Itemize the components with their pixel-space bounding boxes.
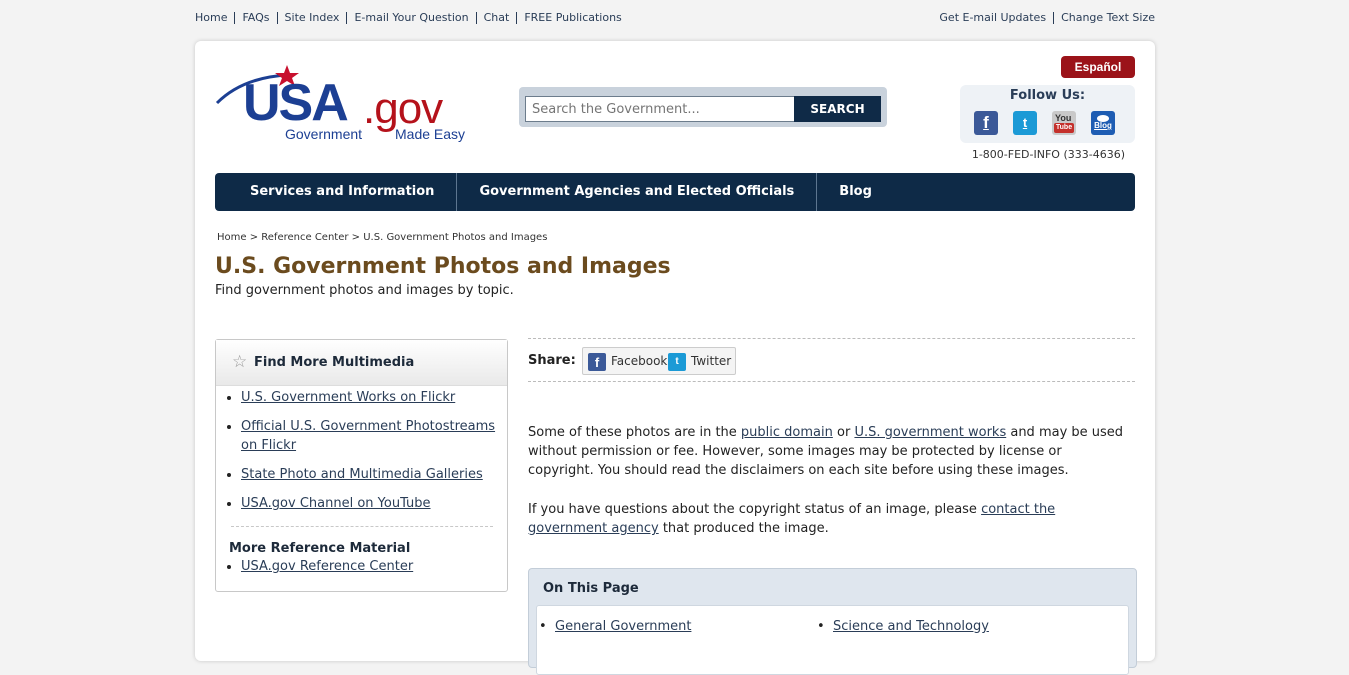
link-official-photostreams-flickr[interactable]: Official U.S. Government Photostreams on… bbox=[241, 419, 495, 453]
sidebar-find-more-multimedia: ☆ Find More Multimedia U.S. Government W… bbox=[215, 339, 508, 592]
breadcrumb-separator: > bbox=[246, 232, 262, 243]
search-box: SEARCH bbox=[519, 87, 887, 127]
on-this-page-box: On This Page General Government Science … bbox=[528, 568, 1137, 675]
star-icon: ☆ bbox=[232, 352, 248, 372]
util-link-free-publications[interactable]: FREE Publications bbox=[516, 12, 628, 24]
sidebar-heading: Find More Multimedia bbox=[254, 355, 415, 370]
nav-government-agencies[interactable]: Government Agencies and Elected Official… bbox=[457, 173, 818, 211]
share-buttons: f Facebook t Twitter bbox=[582, 347, 736, 375]
text: Some of these photos are in the bbox=[528, 425, 741, 440]
link-us-government-works[interactable]: U.S. government works bbox=[854, 425, 1006, 440]
intro-paragraph: Some of these photos are in the public d… bbox=[528, 423, 1128, 480]
utility-bar: Home FAQs Site Index E-mail Your Questio… bbox=[195, 12, 1155, 26]
on-this-page-heading: On This Page bbox=[543, 581, 639, 596]
search-input[interactable] bbox=[525, 96, 795, 122]
copyright-paragraph: If you have questions about the copyrigh… bbox=[528, 500, 1128, 538]
nav-services-information[interactable]: Services and Information bbox=[215, 173, 458, 211]
list-item: Science and Technology bbox=[817, 619, 989, 634]
share-label: Share: bbox=[528, 353, 576, 368]
util-link-faqs[interactable]: FAQs bbox=[234, 12, 276, 24]
logo-tagline-made-easy: Made Easy bbox=[395, 126, 466, 142]
espanol-button[interactable]: Español bbox=[1061, 56, 1135, 78]
usagov-logo[interactable]: USA .gov Government Made Easy bbox=[213, 63, 473, 145]
facebook-icon[interactable]: f bbox=[974, 111, 998, 135]
main-card: USA .gov Government Made Easy SEARCH Esp… bbox=[195, 41, 1155, 675]
list-item: State Photo and Multimedia Galleries bbox=[241, 465, 506, 484]
list-item: General Government bbox=[539, 619, 691, 634]
link-general-government[interactable]: General Government bbox=[555, 619, 691, 634]
text: that produced the image. bbox=[658, 521, 829, 536]
youtube-icon[interactable]: You Tube bbox=[1052, 111, 1076, 135]
nav-blog[interactable]: Blog bbox=[817, 173, 894, 211]
util-link-home[interactable]: Home bbox=[195, 12, 234, 24]
blog-icon[interactable]: Blog bbox=[1091, 111, 1115, 135]
sidebar-link-list: U.S. Government Works on Flickr Official… bbox=[216, 388, 506, 523]
link-usagov-youtube[interactable]: USA.gov Channel on YouTube bbox=[241, 496, 431, 511]
util-link-site-index[interactable]: Site Index bbox=[276, 12, 347, 24]
breadcrumb-reference-center[interactable]: Reference Center bbox=[261, 232, 348, 243]
youtube-icon-you: You bbox=[1055, 113, 1072, 123]
util-link-email-updates[interactable]: Get E-mail Updates bbox=[939, 12, 1053, 24]
link-state-photo-galleries[interactable]: State Photo and Multimedia Galleries bbox=[241, 467, 483, 482]
main-nav: Services and Information Government Agen… bbox=[215, 173, 1135, 211]
utility-nav-left: Home FAQs Site Index E-mail Your Questio… bbox=[195, 12, 629, 24]
facebook-icon[interactable]: f bbox=[588, 353, 606, 371]
more-reference-heading: More Reference Material bbox=[229, 541, 411, 556]
breadcrumb: Home > Reference Center > U.S. Governmen… bbox=[217, 232, 547, 243]
text: If you have questions about the copyrigh… bbox=[528, 502, 982, 517]
follow-us-label: Follow Us: bbox=[1009, 88, 1086, 103]
share-facebook-link[interactable]: Facebook bbox=[611, 354, 667, 368]
youtube-icon-tube: Tube bbox=[1054, 123, 1074, 133]
logo-gov-text: .gov bbox=[363, 84, 443, 133]
phone-number: 1-800-FED-INFO (333-4636) bbox=[971, 148, 1125, 161]
list-item: USA.gov Channel on YouTube bbox=[241, 494, 506, 513]
share-bar: Share: f Facebook t Twitter bbox=[528, 338, 1135, 382]
twitter-icon[interactable]: t bbox=[1013, 111, 1037, 135]
follow-us-panel: Follow Us: f t You Tube Blog bbox=[960, 85, 1135, 143]
on-this-page-links: General Government Science and Technolog… bbox=[536, 605, 1129, 675]
util-link-email-question[interactable]: E-mail Your Question bbox=[346, 12, 475, 24]
link-public-domain[interactable]: public domain bbox=[741, 425, 833, 440]
text: or bbox=[832, 425, 855, 440]
page-title: U.S. Government Photos and Images bbox=[215, 254, 671, 279]
utility-nav-right: Get E-mail Updates Change Text Size bbox=[939, 12, 1155, 24]
share-twitter-link[interactable]: Twitter bbox=[691, 354, 731, 368]
sidebar-header: ☆ Find More Multimedia bbox=[216, 340, 507, 386]
link-gov-works-flickr[interactable]: U.S. Government Works on Flickr bbox=[241, 390, 455, 405]
breadcrumb-home[interactable]: Home bbox=[217, 232, 247, 243]
link-science-technology[interactable]: Science and Technology bbox=[833, 619, 989, 634]
twitter-icon[interactable]: t bbox=[668, 353, 686, 371]
page-subtitle: Find government photos and images by top… bbox=[215, 283, 514, 298]
breadcrumb-separator: > bbox=[348, 232, 364, 243]
more-reference-list: USA.gov Reference Center bbox=[216, 557, 506, 586]
list-item: U.S. Government Works on Flickr bbox=[241, 388, 506, 407]
logo-usa-text: USA bbox=[243, 74, 349, 132]
search-button[interactable]: SEARCH bbox=[794, 96, 881, 122]
link-reference-center[interactable]: USA.gov Reference Center bbox=[241, 559, 413, 574]
list-item: USA.gov Reference Center bbox=[241, 557, 506, 576]
sidebar-divider bbox=[231, 526, 493, 527]
logo-tagline-government: Government bbox=[285, 126, 363, 142]
list-item: Official U.S. Government Photostreams on… bbox=[241, 417, 506, 455]
util-link-change-text-size[interactable]: Change Text Size bbox=[1053, 12, 1155, 24]
breadcrumb-current: U.S. Government Photos and Images bbox=[363, 232, 548, 243]
util-link-chat[interactable]: Chat bbox=[475, 12, 517, 24]
